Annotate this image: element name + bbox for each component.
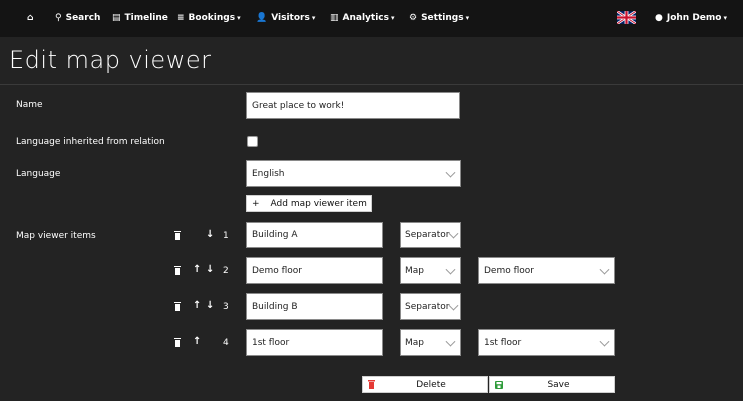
item-index: 4 [223, 338, 229, 348]
trash-icon[interactable] [174, 302, 181, 311]
list-icon: ≡ [177, 13, 185, 23]
user-icon: ● [655, 13, 663, 23]
home-link[interactable]: ⌂ [27, 0, 37, 37]
save-icon [495, 380, 503, 389]
language-inherited-checkbox[interactable] [247, 136, 258, 147]
item-map-select[interactable]: Demo floor [478, 257, 615, 284]
top-navbar: ⌂ ⚲ Search ▤ Timeline ≡ Bookings ▾ 👤 Visitors… [0, 0, 743, 37]
item-name-input[interactable]: Building B [246, 293, 383, 320]
search-icon: ⚲ [55, 13, 62, 23]
nav-search[interactable]: ⚲ Search [55, 0, 100, 37]
arrow-down-icon[interactable]: ↓ [206, 229, 214, 240]
trash-icon[interactable] [174, 231, 181, 240]
visitors-icon: 👤 [256, 13, 268, 23]
item-index: 3 [223, 302, 229, 312]
item-name-input[interactable]: Building A [246, 222, 383, 248]
language-label: Language [16, 169, 61, 179]
nav-visitors[interactable]: 👤 Visitors ▾ [256, 0, 315, 37]
chevron-down-icon [445, 167, 456, 178]
chevron-down-icon [599, 336, 610, 347]
nav-timeline[interactable]: ▤ Timeline [112, 0, 168, 37]
arrow-down-icon[interactable]: ↓ [206, 264, 214, 275]
trash-icon [368, 380, 375, 389]
chevron-down-icon [599, 264, 610, 275]
calendar-icon: ▤ [112, 13, 121, 23]
item-index: 1 [223, 231, 229, 241]
title-divider [0, 84, 743, 85]
trash-icon[interactable] [174, 338, 181, 347]
add-map-viewer-item-button[interactable]: + Add map viewer item [246, 195, 372, 212]
nav-settings[interactable]: ⚙ Settings ▾ [409, 0, 469, 37]
nav-bookings[interactable]: ≡ Bookings ▾ [177, 0, 241, 37]
user-menu[interactable]: ● John Demo ▾ [655, 0, 727, 37]
page-title: Edit map viewer [9, 46, 212, 74]
language-inherited-label: Language inherited from relation [16, 137, 165, 147]
caret-down-icon: ▾ [391, 14, 395, 22]
save-button[interactable]: Save [489, 376, 615, 393]
trash-icon[interactable] [174, 266, 181, 275]
map-viewer-items-label: Map viewer items [16, 231, 96, 241]
language-select[interactable]: English [246, 160, 461, 187]
home-icon: ⌂ [27, 13, 34, 23]
arrow-up-icon[interactable]: ↑ [193, 300, 201, 311]
nav-analytics[interactable]: ▥ Analytics ▾ [330, 0, 395, 37]
item-type-select[interactable]: Separator [400, 293, 461, 320]
item-name-input[interactable]: 1st floor [246, 329, 383, 356]
caret-down-icon: ▾ [237, 14, 241, 22]
item-index: 2 [223, 266, 229, 276]
delete-button[interactable]: Delete [362, 376, 488, 393]
uk-flag-icon[interactable] [617, 11, 636, 24]
caret-down-icon: ▾ [465, 14, 470, 22]
item-type-select[interactable]: Map [400, 257, 461, 284]
item-type-select[interactable]: Map [400, 329, 461, 356]
item-name-input[interactable]: Demo floor [246, 257, 383, 284]
caret-down-icon: ▾ [311, 14, 316, 22]
name-label: Name [16, 100, 43, 110]
chevron-down-icon [448, 228, 459, 239]
caret-down-icon: ▾ [723, 14, 727, 22]
gear-icon: ⚙ [409, 13, 418, 23]
chevron-down-icon [445, 336, 456, 347]
arrow-down-icon[interactable]: ↓ [206, 300, 214, 311]
item-type-select[interactable]: Separator [400, 222, 461, 248]
plus-icon: + [252, 198, 260, 209]
item-map-select[interactable]: 1st floor [478, 329, 615, 356]
arrow-up-icon[interactable]: ↑ [193, 264, 201, 275]
arrow-up-icon[interactable]: ↑ [193, 336, 201, 347]
chevron-down-icon [445, 264, 456, 275]
bar-chart-icon: ▥ [330, 13, 339, 23]
name-input[interactable]: Great place to work! [246, 92, 460, 119]
chevron-down-icon [448, 300, 459, 311]
